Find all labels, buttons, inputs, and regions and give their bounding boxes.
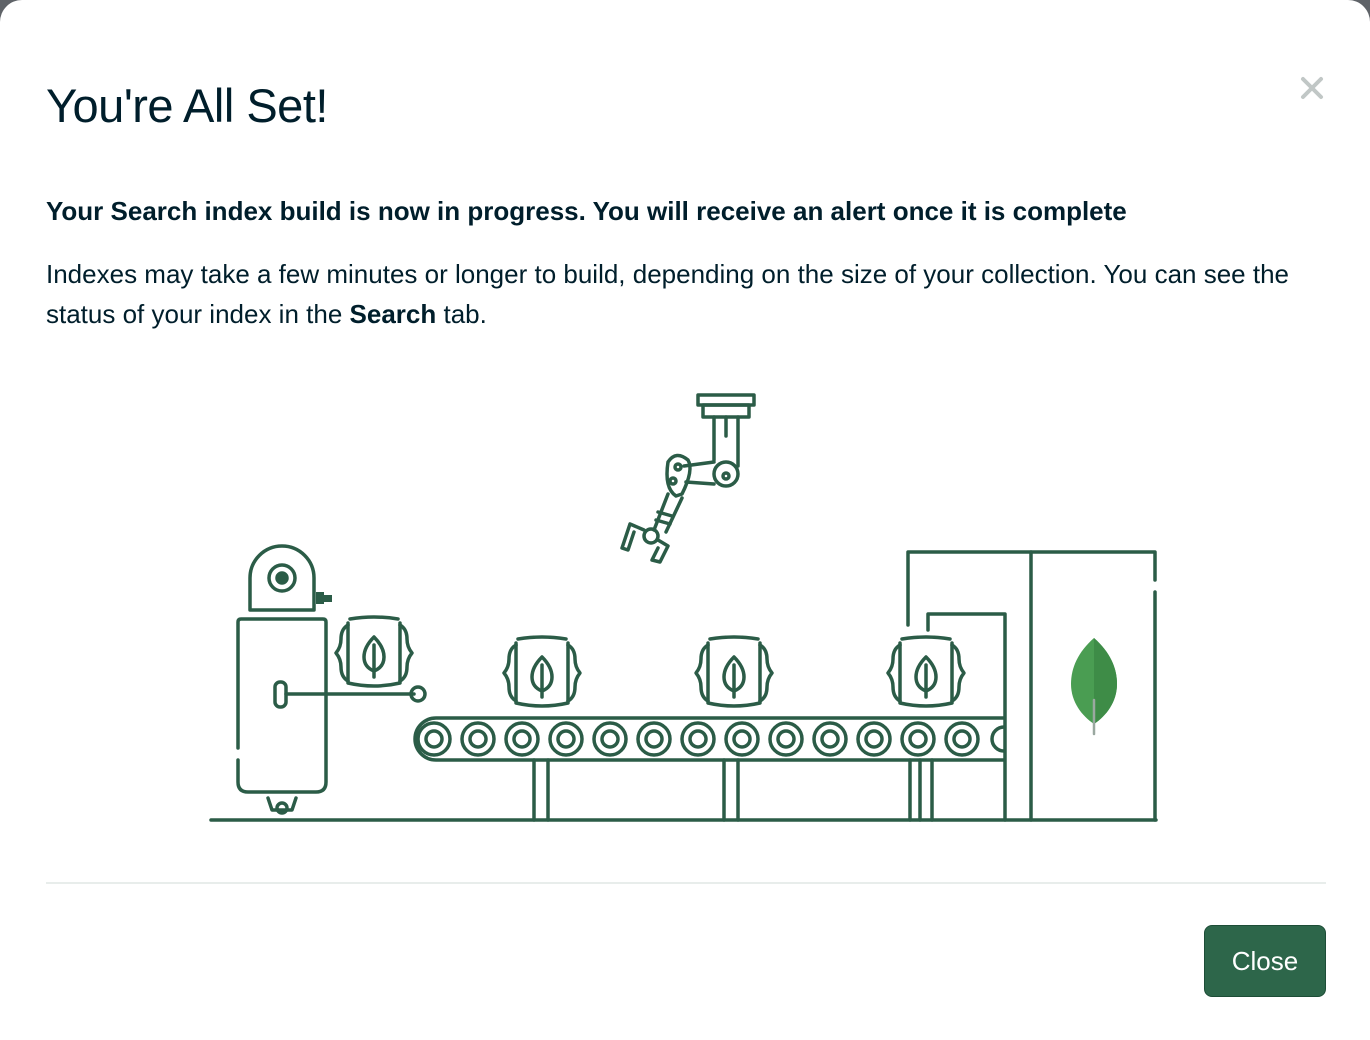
- barrel-icon: [502, 635, 582, 708]
- footer-divider: [46, 882, 1326, 884]
- close-x-icon[interactable]: [1296, 72, 1328, 104]
- leaf-logo-icon: [1071, 638, 1117, 736]
- barrel-icon: [334, 615, 414, 688]
- modal-subheading: Your Search index build is now in progre…: [46, 196, 1127, 226]
- storage-building: [906, 550, 1157, 822]
- conveyor-robot-illustration: [209, 393, 1158, 822]
- body-text-part: Indexes may take a few minutes or longer…: [46, 259, 1290, 329]
- barrel-icon: [886, 635, 966, 708]
- search-tab-emphasis: Search: [349, 299, 437, 329]
- close-button[interactable]: Close: [1204, 925, 1326, 997]
- modal-title: You're All Set!: [46, 79, 328, 132]
- robotic-arm-icon: [620, 393, 756, 564]
- index-created-modal: You're All Set! Your Search index build …: [0, 0, 1370, 1040]
- body-text-end: tab.: [436, 299, 487, 329]
- robot-icon: [236, 544, 427, 815]
- barrel-icon: [694, 635, 774, 708]
- modal-body-text: Indexes may take a few minutes or longer…: [46, 254, 1316, 334]
- conveyor-belt: [413, 716, 1006, 822]
